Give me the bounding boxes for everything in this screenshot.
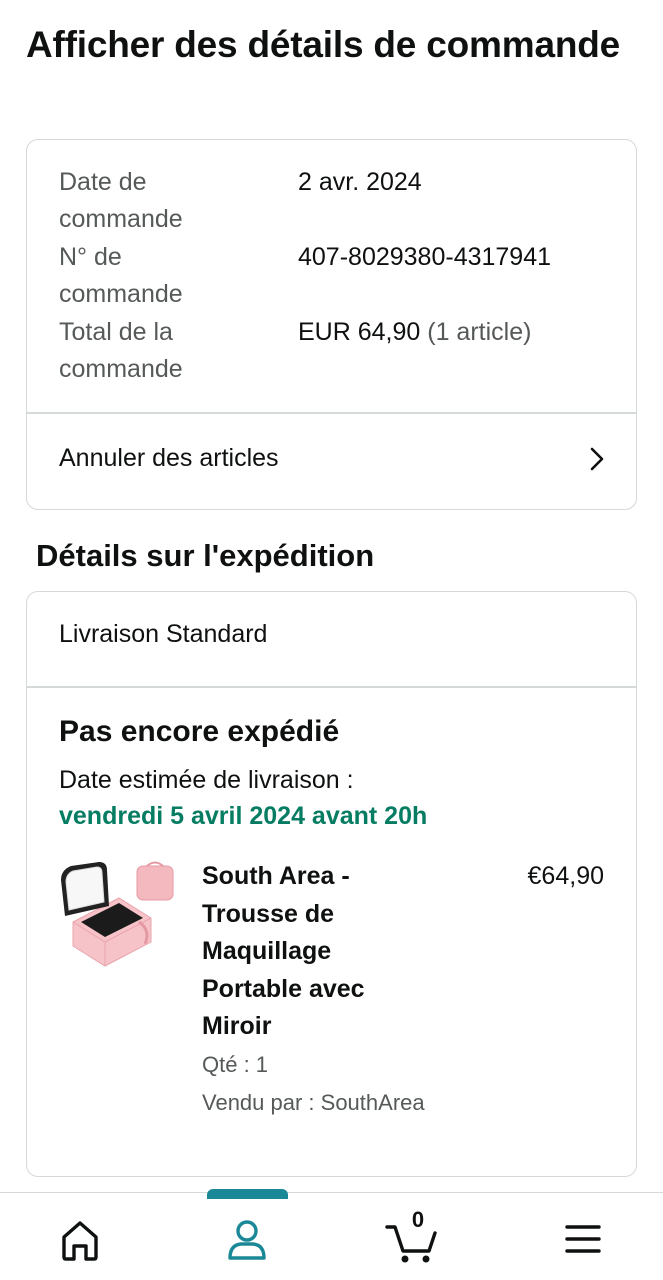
- delivery-estimate-label: Date estimée de livraison :: [59, 766, 354, 794]
- makeup-case-image[interactable]: [59, 860, 179, 970]
- product-price: €64,90: [527, 862, 604, 890]
- order-item-count: (1 article): [427, 318, 532, 346]
- chevron-right-icon: [590, 447, 604, 471]
- shipment-status: Pas encore expédié: [59, 715, 340, 748]
- order-total-value: EUR 64,90 (1 article): [298, 314, 531, 351]
- account-icon: [228, 1220, 266, 1260]
- active-tab-indicator: [207, 1189, 288, 1199]
- order-date-label: Date de commande: [59, 168, 183, 233]
- cancel-items-button[interactable]: Annuler des articles: [27, 413, 636, 509]
- page-title: Afficher des détails de commande: [26, 24, 621, 65]
- nav-cart-button[interactable]: 0: [383, 1207, 443, 1265]
- order-total-amount: EUR 64,90: [298, 318, 421, 346]
- order-date-value: 2 avr. 2024: [298, 168, 422, 196]
- order-number-label: N° de commande: [59, 243, 183, 308]
- product-title-link[interactable]: South Area - Trousse de Maquillage Porta…: [202, 858, 422, 1046]
- shipping-card: Livraison Standard Pas encore expédié Da…: [26, 591, 637, 1177]
- cart-count-badge: 0: [411, 1207, 425, 1232]
- menu-icon: [565, 1225, 601, 1253]
- product-seller: Vendu par : SouthArea: [202, 1090, 425, 1115]
- order-number-value: 407-8029380-4317941: [298, 243, 552, 271]
- nav-account-button[interactable]: [217, 1213, 277, 1265]
- delivery-estimate-date: vendredi 5 avril 2024 avant 20h: [59, 802, 428, 830]
- bottom-navigation: 0: [0, 1189, 663, 1280]
- product-quantity: Qté : 1: [202, 1052, 269, 1077]
- order-total-label: Total de la commande: [59, 318, 183, 383]
- nav-menu-button[interactable]: [553, 1213, 613, 1265]
- nav-home-button[interactable]: [50, 1213, 110, 1265]
- home-icon: [62, 1221, 98, 1261]
- cancel-items-label: Annuler des articles: [59, 444, 279, 472]
- order-summary-card: Date de commande 2 avr. 2024 N° de comma…: [26, 139, 637, 510]
- shipping-section-title: Détails sur l'expédition: [36, 538, 375, 573]
- divider: [27, 686, 636, 688]
- shipping-method: Livraison Standard: [59, 620, 268, 648]
